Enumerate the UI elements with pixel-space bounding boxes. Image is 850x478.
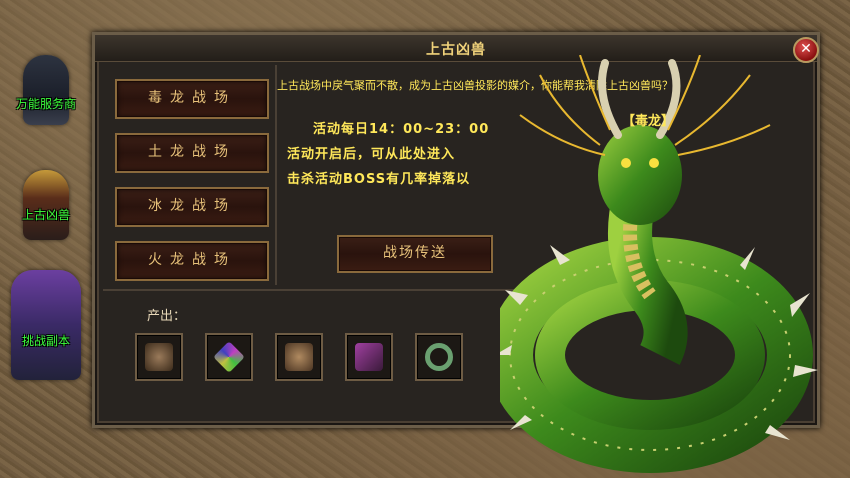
- ring-icon[interactable]: [425, 343, 453, 371]
- item-slot[interactable]: [135, 333, 183, 381]
- earth-dragon-battle-button[interactable]: 土龙战场: [115, 133, 269, 173]
- dragon-horn: [598, 59, 622, 139]
- npc-figure[interactable]: [23, 55, 69, 125]
- gem-icon[interactable]: [213, 341, 245, 373]
- armor-icon[interactable]: [285, 343, 313, 371]
- fire-dragon-battle-button[interactable]: 火龙战场: [115, 241, 269, 281]
- divider: [275, 65, 277, 285]
- npc-ancient-beast[interactable]: 上古凶兽: [0, 170, 92, 240]
- npc-label: 万能服务商: [15, 97, 76, 111]
- dragon-head: [598, 125, 682, 225]
- event-schedule: 活动每日14：00~23：00: [313, 122, 490, 137]
- event-entry-text: 活动开启后，可从此处进入: [287, 147, 456, 162]
- item-slot[interactable]: [205, 333, 253, 381]
- npc-label: 挑战副本: [21, 334, 70, 348]
- battle-button-list: 毒龙战场 土龙战场 冰龙战场 火龙战场: [115, 79, 269, 295]
- npc-service-merchant[interactable]: 万能服务商: [0, 55, 92, 125]
- dragon-eye: [621, 158, 631, 168]
- npc-figure[interactable]: [23, 170, 69, 240]
- npc-challenge-dungeon[interactable]: 挑战副本: [0, 270, 92, 380]
- event-drop-text: 击杀活动BOSS有几率掉落以: [287, 172, 471, 187]
- item-slot[interactable]: [345, 333, 393, 381]
- item-slot[interactable]: [415, 333, 463, 381]
- item-slot[interactable]: [275, 333, 323, 381]
- npc-label: 上古凶兽: [21, 208, 70, 222]
- dragon-eye: [649, 158, 659, 168]
- helmet-icon[interactable]: [145, 343, 173, 371]
- output-label: 产出：: [147, 309, 187, 324]
- npc-figure[interactable]: [11, 270, 81, 380]
- battlefield-teleport-button[interactable]: 战场传送: [337, 235, 493, 273]
- divider: [103, 289, 523, 291]
- boss-name: 【毒龙】: [622, 114, 675, 129]
- ice-dragon-battle-button[interactable]: 冰龙战场: [115, 187, 269, 227]
- chest-icon[interactable]: [355, 343, 383, 371]
- event-info: 活动每日14：00~23：00 活动开启后，可从此处进入 击杀活动BOSS有几率…: [287, 117, 527, 192]
- poison-dragon-battle-button[interactable]: 毒龙战场: [115, 79, 269, 119]
